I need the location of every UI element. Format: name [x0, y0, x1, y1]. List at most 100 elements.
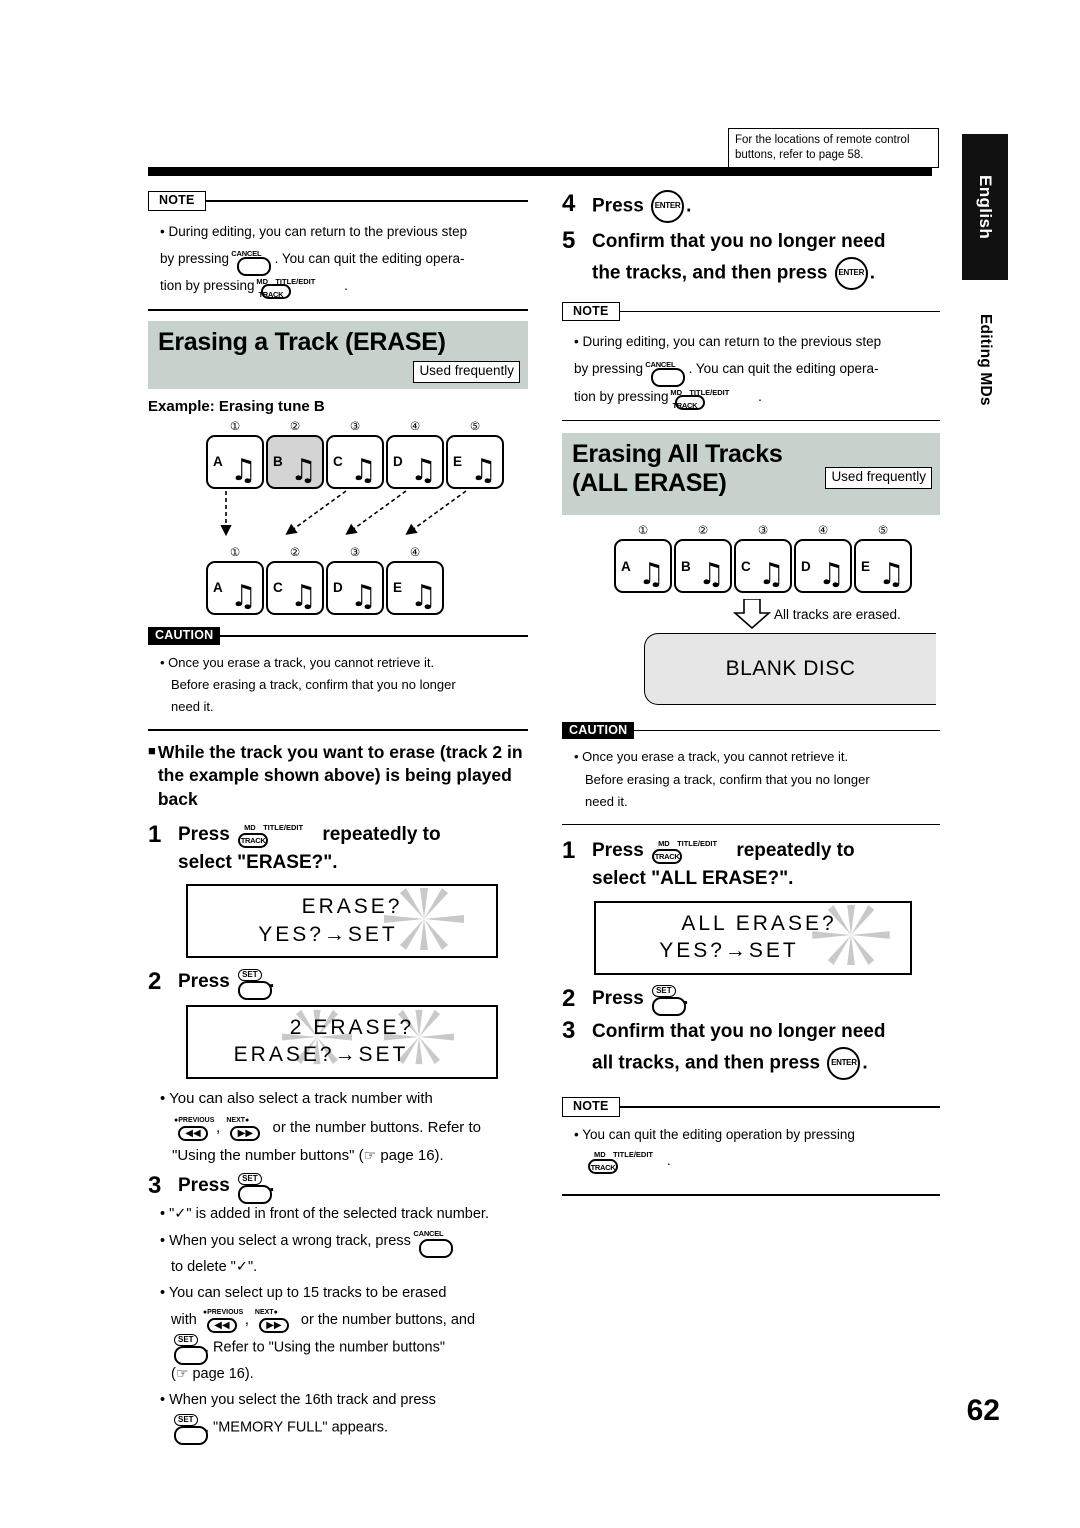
cancel-button-icon[interactable]: CANCEL [413, 1228, 453, 1259]
step-2: 2 Press SET . [562, 985, 940, 1017]
note-line-2: by pressing CANCEL . You can quit the ed… [160, 245, 528, 277]
previous-button-icon[interactable]: ●PREVIOUS ◀◀ [174, 1115, 214, 1141]
md-track-title-edit-button-icon[interactable]: MD TITLE/EDIT TRACK [670, 385, 752, 410]
caution-tag: CAUTION [148, 627, 221, 645]
track-cell: ⑤ E ♫ [446, 420, 504, 490]
caution-line-2: Before erasing a track, confirm that you… [171, 677, 456, 693]
caution-body: • Once you erase a track, you cannot ret… [148, 647, 528, 723]
step-text-line2: the tracks, and then press [592, 262, 828, 284]
next-button-icon[interactable]: NEXT● ▶▶ [255, 1307, 295, 1334]
track-cell: ③ C ♫ [326, 420, 384, 490]
bullet-line: (☞ page 16). [160, 1362, 528, 1387]
track-number: ① [637, 523, 649, 538]
sidebar-tab-chapter: Editing MDs [962, 290, 1008, 430]
note-body: • During editing, you can return to the … [148, 212, 528, 303]
track-number: ③ [757, 523, 769, 538]
step-text: Confirm that you no longer need the trac… [592, 227, 885, 291]
track-box: D ♫ [326, 561, 384, 616]
caution-line-1: • Once you erase a track, you cannot ret… [160, 655, 435, 671]
bullet-page-ref: page 16). [192, 1366, 254, 1383]
down-arrow-icon [732, 599, 772, 630]
track-letter: C [333, 454, 343, 470]
note-tag: NOTE [562, 1097, 620, 1118]
track-number: ④ [817, 523, 829, 538]
set-button-oval [174, 1426, 208, 1446]
step-1: 1 Press MD TITLE/EDIT TRACK repeatedly t… [148, 821, 528, 876]
caution-body: • Once you erase a track, you cannot ret… [562, 741, 940, 817]
music-note-icon: ♫ [410, 579, 437, 615]
music-note-icon: ♫ [230, 579, 257, 615]
lcd-display-erase-prompt: ERASE? YES?→SET [186, 884, 498, 959]
track-box: B ♫ [674, 539, 732, 594]
bullet-line: SET . Refer to "Using the number buttons… [160, 1334, 528, 1366]
check-mark-icon: ✓ [235, 1259, 248, 1276]
cancel-button-icon[interactable]: CANCEL [231, 246, 271, 277]
set-button-icon[interactable]: SET [173, 1334, 208, 1366]
bullet-line: • "✓" is added in front of the selected … [160, 1202, 528, 1227]
next-button-icon[interactable]: NEXT● ▶▶ [226, 1115, 266, 1141]
step-text-pre: Press [178, 971, 230, 993]
set-button-icon[interactable]: SET [237, 1172, 273, 1204]
note-line-3: tion by pressing MD TITLE/EDIT TRACK . [574, 383, 940, 410]
bullet-text: or the number buttons, and [300, 1312, 476, 1329]
caution-line-3: need it. [171, 699, 214, 715]
track-letter: E [393, 580, 403, 596]
track-button-oval: TRACK [258, 284, 292, 300]
music-note-icon: ♫ [350, 579, 377, 615]
set-button-icon[interactable]: SET [237, 968, 273, 1000]
music-note-icon: ♫ [698, 557, 725, 593]
previous-button-oval: ◀◀ [206, 1318, 237, 1334]
previous-button-icon[interactable]: ●PREVIOUS ◀◀ [203, 1307, 243, 1334]
set-button-icon[interactable]: SET [651, 985, 687, 1017]
next-glyph: ▶▶ [237, 1127, 254, 1139]
bullet-text: . Refer to "Using the number buttons" [205, 1339, 446, 1356]
right-column: 4 Press ENTER. 5 Confirm that you no lon… [562, 190, 940, 1196]
manual-page: For the locations of remote control butt… [0, 0, 1080, 1528]
erase-result-label: All tracks are erased. [774, 606, 901, 622]
enter-button-icon[interactable]: ENTER [651, 190, 685, 223]
track-letter: D [333, 580, 343, 596]
enter-button-icon[interactable]: ENTER [834, 257, 868, 291]
caution-bottom-rule [562, 823, 940, 826]
track-cell: ④ D ♫ [386, 420, 444, 490]
previous-text: PREVIOUS [178, 1116, 215, 1124]
note-line-3: tion by pressing MD TITLE/EDIT TRACK . [160, 272, 528, 300]
md-track-title-edit-button-icon[interactable]: MD TITLE/EDIT TRACK [587, 1149, 665, 1175]
step-text-post: repeatedly to [736, 840, 855, 862]
music-note-icon: ♫ [350, 453, 377, 489]
set-button-icon[interactable]: SET [173, 1414, 208, 1446]
music-note-icon: ♫ [758, 557, 785, 593]
lcd-text: 2 ERASE? ERASE?→SET [188, 1014, 496, 1069]
track-label: TRACK [590, 1163, 616, 1173]
step-text-pre: Press [592, 987, 644, 1009]
md-track-title-edit-button-icon[interactable]: MD TITLE/EDIT TRACK [651, 839, 729, 864]
sidebar-tab-language-label: English [976, 174, 995, 240]
lcd-line-2: YES?→SET [659, 939, 799, 963]
track-cell: ① A ♫ [206, 546, 264, 616]
md-track-title-edit-button-icon[interactable]: MD TITLE/EDIT TRACK [237, 823, 315, 848]
erase-result-arrow-row: All tracks are erased. [732, 599, 940, 630]
step-text: Confirm that you no longer need all trac… [592, 1017, 885, 1081]
step-number: 1 [562, 837, 576, 865]
set-button-oval [652, 997, 687, 1017]
bullet-line: "Using the number buttons" (☞ page 16). [160, 1142, 528, 1170]
bullet-comma: , [216, 1118, 221, 1136]
set-button-label: SET [238, 1172, 262, 1185]
step-number: 5 [562, 227, 576, 254]
sidebar-tab-language: English [962, 134, 1008, 280]
step-text: Press MD TITLE/EDIT TRACK repeatedly to … [178, 821, 441, 876]
track-number: ② [289, 419, 301, 434]
caution-block-left: CAUTION • Once you erase a track, you ca… [148, 625, 528, 732]
example-label: Example: Erasing tune B [148, 398, 325, 416]
track-letter: A [213, 454, 223, 470]
cancel-button-icon[interactable]: CANCEL [645, 357, 685, 387]
track-letter: B [681, 558, 691, 574]
track-letter: C [273, 580, 283, 596]
enter-button-icon[interactable]: ENTER [827, 1047, 861, 1081]
track-diagram-erase: ① A ♫ ② B ♫ ③ C ♫ ④ D ♫ ⑤ E ♫ ① A ♫ ② C … [206, 419, 528, 616]
md-track-title-edit-button-icon[interactable]: MD TITLE/EDIT TRACK [256, 274, 338, 300]
track-number: ① [229, 419, 241, 434]
track-cell: ④ E ♫ [386, 546, 444, 616]
previous-button-oval: ◀◀ [178, 1125, 208, 1141]
note-line-2-pre: by pressing [160, 251, 230, 266]
